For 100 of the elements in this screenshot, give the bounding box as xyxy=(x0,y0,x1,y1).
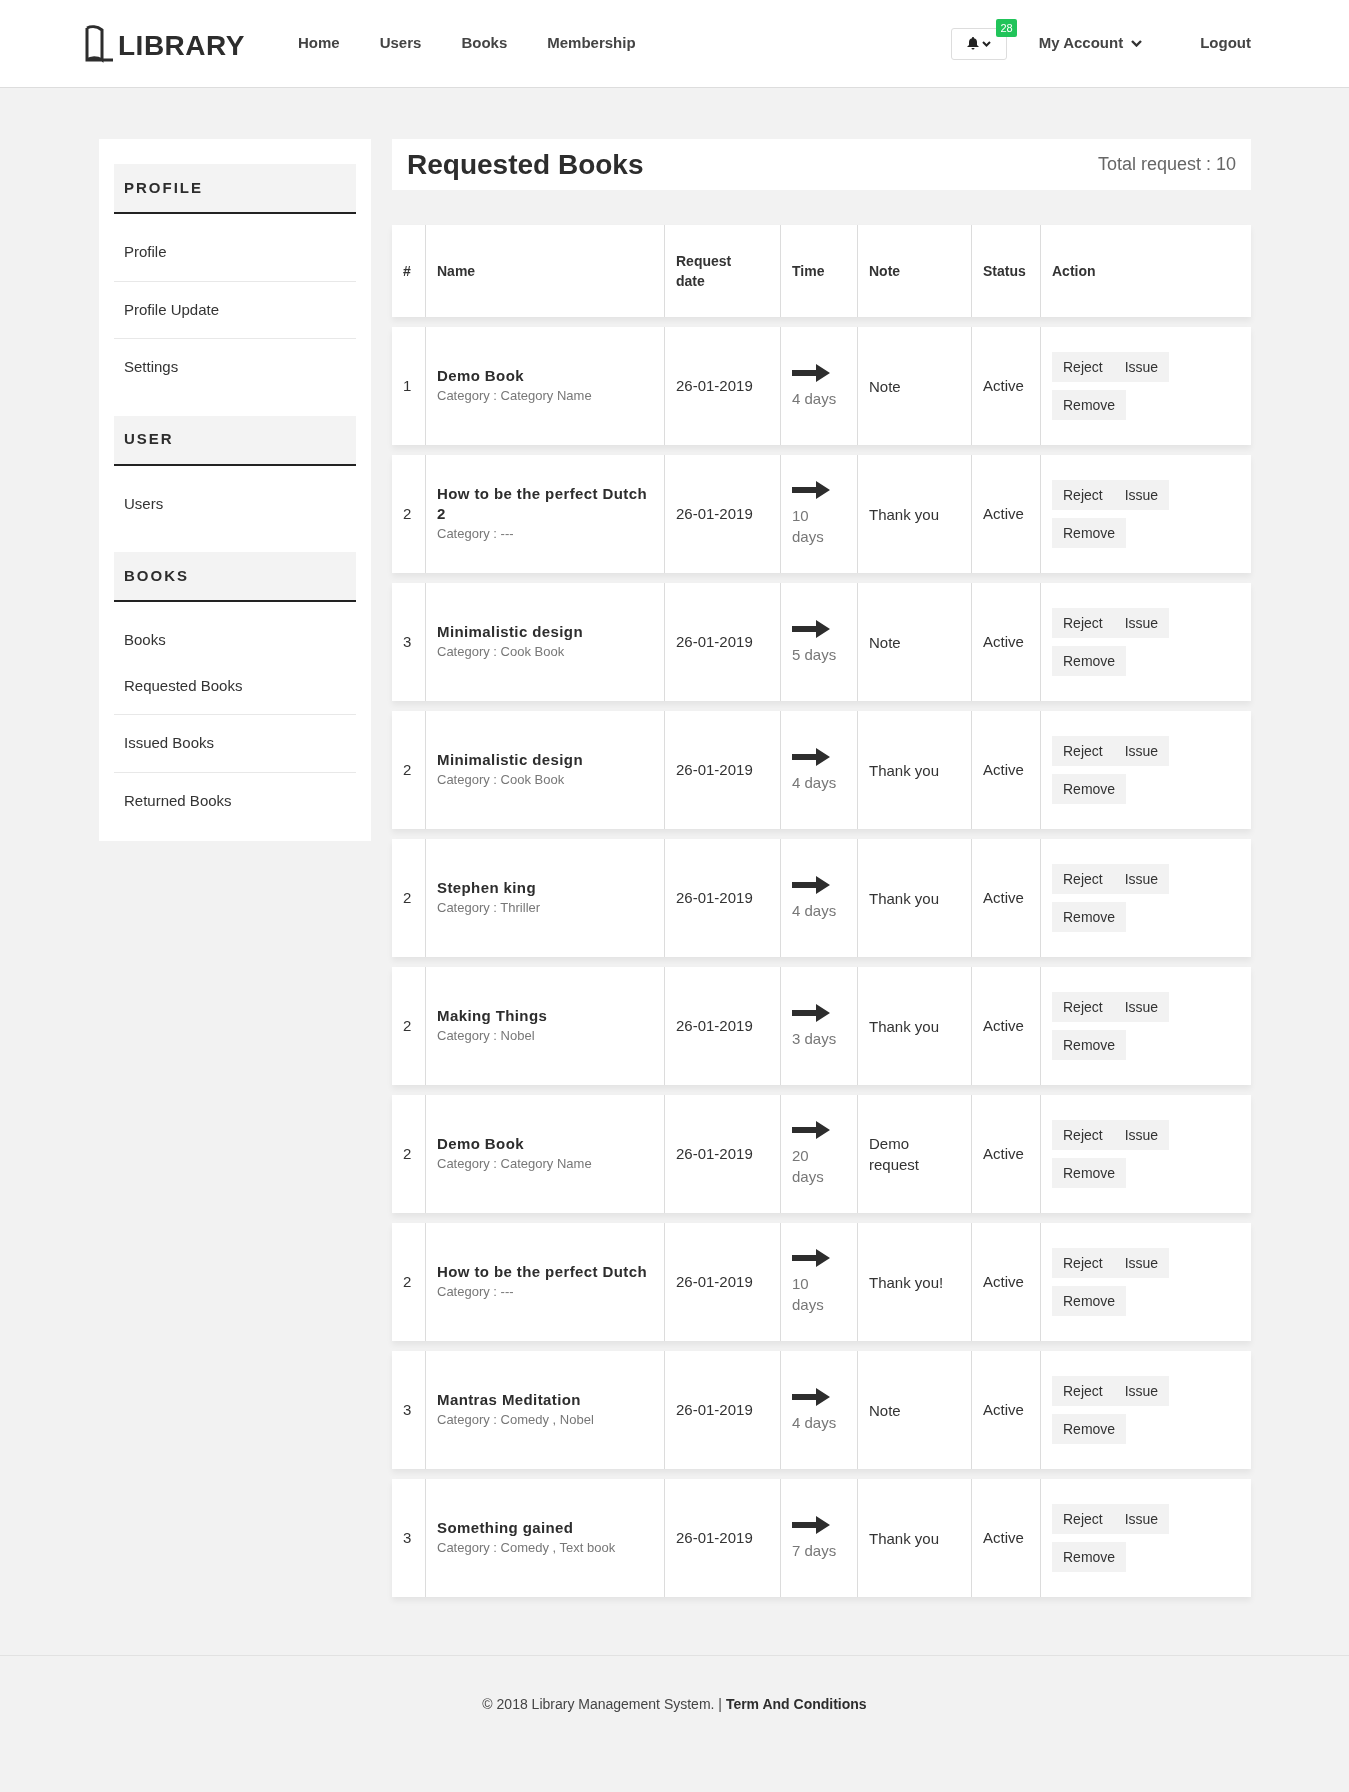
sidebar-link[interactable]: Returned Books xyxy=(114,772,356,829)
request-date: 26-01-2019 xyxy=(676,759,754,780)
action-button[interactable]: Reject xyxy=(1052,1248,1114,1278)
sidebar-link[interactable]: Issued Books xyxy=(114,715,356,773)
sidebar-link[interactable]: Requested Books xyxy=(114,657,356,715)
arrow-right-icon xyxy=(792,1515,830,1534)
request-date: 26-01-2019 xyxy=(676,887,754,908)
total-count: Total request : 10 xyxy=(1097,153,1236,176)
request-date: 26-01-2019 xyxy=(676,1527,754,1548)
action-button[interactable]: Remove xyxy=(1052,1414,1127,1444)
action-button[interactable]: Reject xyxy=(1052,608,1114,638)
time-text: 7 days xyxy=(792,1540,837,1561)
note-text: Thank you xyxy=(869,504,941,525)
book-category: Category : Cook Book xyxy=(437,771,566,789)
action-button[interactable]: Issue xyxy=(1113,480,1170,510)
arrow-right-icon xyxy=(792,1003,830,1022)
book-title: Mantras Meditation xyxy=(437,1390,582,1410)
time-text: 10 days xyxy=(792,1274,825,1315)
book-title: Demo Book xyxy=(437,366,525,386)
sidebar-link[interactable]: Books xyxy=(114,612,356,658)
row-number: 3 xyxy=(403,631,413,652)
action-button[interactable]: Remove xyxy=(1052,518,1127,548)
time-text: 4 days xyxy=(792,388,837,409)
action-button[interactable]: Issue xyxy=(1113,1248,1170,1278)
book-title: Stephen king xyxy=(437,878,537,898)
note-text: Thank you xyxy=(869,1016,941,1037)
status-text: Active xyxy=(983,1527,1025,1548)
bell-icon xyxy=(966,37,979,50)
row-number: 3 xyxy=(403,1399,413,1420)
status-text: Active xyxy=(983,1399,1025,1420)
column-header: Name xyxy=(437,262,477,281)
action-button[interactable]: Issue xyxy=(1113,1376,1170,1406)
action-button[interactable]: Reject xyxy=(1052,736,1114,766)
account-menu[interactable]: My Account xyxy=(1038,32,1143,55)
sidebar-heading: PROFILE xyxy=(114,164,356,214)
sidebar-heading: BOOKS xyxy=(114,552,356,602)
row-number: 2 xyxy=(403,887,413,908)
sidebar-link[interactable]: Profile xyxy=(114,224,356,282)
book-category: Category : Comedy , Text book xyxy=(437,1539,617,1557)
action-button[interactable]: Issue xyxy=(1113,352,1170,382)
action-button[interactable]: Reject xyxy=(1052,1120,1114,1150)
book-category: Category : Nobel xyxy=(437,1027,536,1045)
action-button[interactable]: Issue xyxy=(1113,608,1170,638)
action-button[interactable]: Issue xyxy=(1113,736,1170,766)
action-button[interactable]: Issue xyxy=(1113,1120,1170,1150)
time-text: 4 days xyxy=(792,772,837,793)
book-category: Category : Category Name xyxy=(437,1155,593,1173)
action-button[interactable]: Remove xyxy=(1052,902,1127,932)
note-text: Note xyxy=(869,376,902,397)
action-button[interactable]: Remove xyxy=(1052,1286,1127,1316)
book-title: How to be the perfect Dutch 2 xyxy=(437,484,648,524)
nav-link[interactable]: Users xyxy=(379,32,422,55)
request-date: 26-01-2019 xyxy=(676,375,754,396)
action-button[interactable]: Issue xyxy=(1113,992,1170,1022)
row-number: 2 xyxy=(403,503,413,524)
book-category: Category : --- xyxy=(437,525,515,543)
action-button[interactable]: Remove xyxy=(1052,646,1127,676)
arrow-right-icon xyxy=(792,747,830,766)
note-text: Thank you xyxy=(869,1528,941,1549)
status-text: Active xyxy=(983,1015,1025,1036)
request-date: 26-01-2019 xyxy=(676,1015,754,1036)
action-button[interactable]: Remove xyxy=(1052,774,1127,804)
logout-link[interactable]: Logout xyxy=(1200,32,1251,55)
status-text: Active xyxy=(983,631,1025,652)
book-category: Category : Cook Book xyxy=(437,643,566,661)
action-button[interactable]: Issue xyxy=(1113,864,1170,894)
sidebar-link[interactable]: Settings xyxy=(114,339,356,396)
action-button[interactable]: Issue xyxy=(1113,1504,1170,1534)
action-button[interactable]: Remove xyxy=(1052,390,1127,420)
action-button[interactable]: Reject xyxy=(1052,1504,1114,1534)
action-button[interactable]: Remove xyxy=(1052,1030,1127,1060)
nav-link[interactable]: Books xyxy=(461,32,508,55)
column-header: Request date xyxy=(676,252,733,291)
nav-link[interactable]: Home xyxy=(298,32,340,55)
footer-text: © 2018 Library Management System. | Term And Conditions xyxy=(482,1695,867,1714)
time-text: 10 days xyxy=(792,506,825,547)
sidebar-link[interactable]: Profile Update xyxy=(114,281,356,339)
book-category: Category : Thriller xyxy=(437,899,542,917)
action-button[interactable]: Reject xyxy=(1052,352,1114,382)
action-button[interactable]: Reject xyxy=(1052,480,1114,510)
note-text: Thank you xyxy=(869,888,941,909)
sidebar-link[interactable]: Users xyxy=(114,475,356,532)
arrow-right-icon xyxy=(792,1121,830,1139)
terms-link[interactable]: Term And Conditions xyxy=(725,1696,867,1712)
action-button[interactable]: Reject xyxy=(1052,992,1114,1022)
request-date: 26-01-2019 xyxy=(676,1271,754,1292)
action-button[interactable]: Remove xyxy=(1052,1158,1127,1188)
status-text: Active xyxy=(983,1143,1025,1164)
request-date: 26-01-2019 xyxy=(676,631,754,652)
notification-badge: 28 xyxy=(996,18,1017,37)
nav-link[interactable]: Membership xyxy=(547,32,636,55)
column-header: Action xyxy=(1052,262,1097,281)
status-text: Active xyxy=(983,1271,1025,1292)
note-text: Note xyxy=(869,632,902,653)
action-button[interactable]: Reject xyxy=(1052,864,1114,894)
action-button[interactable]: Remove xyxy=(1052,1542,1127,1572)
status-text: Active xyxy=(983,375,1025,396)
action-button[interactable]: Reject xyxy=(1052,1376,1114,1406)
column-header: # xyxy=(403,262,412,281)
column-header: Time xyxy=(792,262,826,281)
